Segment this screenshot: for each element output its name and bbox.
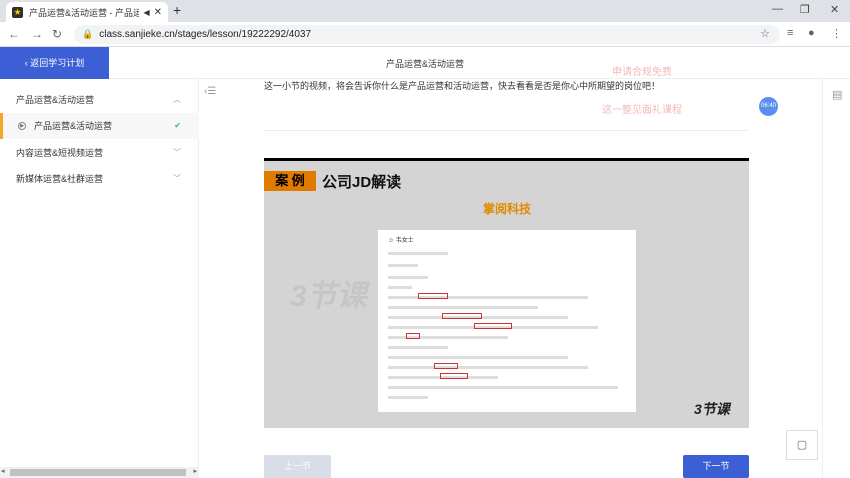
back-to-plan-button[interactable]: ‹ 返回学习计划 (0, 47, 109, 79)
sidebar-lesson-active[interactable]: ▶ 产品运营&活动运营 ✔ (0, 113, 199, 139)
brand-watermark-logo: 3节课 (290, 280, 367, 313)
collapse-sidebar-icon[interactable]: ‹☰ (204, 86, 216, 97)
more-menu-icon[interactable]: ⋮ (831, 27, 842, 40)
lesson-title: 产品运营&活动运营 (386, 59, 465, 69)
right-panel: ▤ (822, 79, 850, 478)
tab-title: 产品运营&活动运营 - 产品运... (29, 7, 140, 18)
watermark-text: 这一整见面礼课程 (602, 105, 682, 116)
sidebar-chapter-1[interactable]: 产品运营&活动运营 ︿ (0, 87, 199, 113)
scroll-right-icon[interactable]: ▸ (193, 467, 197, 475)
prev-lesson-button[interactable]: 上一节 (264, 455, 331, 478)
slide-title: 公司JD解读 (322, 174, 402, 191)
doc-line (388, 252, 448, 255)
horizontal-scrollbar[interactable]: ◂ ▸ (0, 467, 199, 478)
company-name: 掌阅科技 (483, 202, 532, 216)
sidebar-chapter-3[interactable]: 新媒体运营&社群运营 ﹀ (0, 166, 199, 192)
chevron-down-icon: ﹀ (173, 174, 181, 183)
doc-line (388, 264, 418, 267)
doc-line (388, 346, 448, 349)
doc-person: ☺ 韦女士 (388, 238, 414, 244)
url-text: class.sanjieke.cn/stages/lesson/19222292… (99, 29, 312, 40)
minimize-icon[interactable]: — (772, 3, 783, 15)
watermark-text: 申请合规免费 (612, 67, 672, 78)
sidebar-item-label: 产品运营&活动运营 (16, 95, 95, 105)
app-header: ‹ 返回学习计划 产品运营&活动运营 (0, 47, 850, 79)
time-badge[interactable]: 06:40 (759, 97, 778, 116)
media-control-icon[interactable]: ≡ (787, 27, 793, 39)
chat-icon[interactable]: ▢ (786, 430, 818, 460)
doc-line (388, 286, 412, 289)
bookmark-star-icon[interactable]: ☆ (760, 25, 770, 44)
close-tab-icon[interactable]: ✕ (154, 7, 162, 18)
highlight-box (406, 333, 420, 339)
sidebar-chapter-2[interactable]: 内容运营&短视频运营 ﹀ (0, 140, 199, 166)
highlight-box (474, 323, 512, 329)
next-lesson-button[interactable]: 下一节 (683, 455, 749, 478)
restore-icon[interactable]: ❐ (800, 3, 810, 16)
scrollbar-thumb[interactable] (10, 469, 186, 476)
chevron-down-icon: ﹀ (173, 148, 181, 157)
doc-line (388, 276, 428, 279)
reload-icon[interactable]: ↻ (52, 27, 62, 41)
doc-line (388, 356, 568, 359)
doc-line (388, 396, 428, 399)
speaker-icon[interactable]: ◀ (143, 8, 149, 17)
doc-person-name: 韦女士 (395, 238, 414, 244)
lock-icon: 🔒 (82, 29, 94, 39)
highlight-box (418, 293, 448, 299)
sidebar-item-label: 内容运营&短视频运营 (16, 148, 104, 158)
highlight-box (440, 373, 468, 379)
back-icon[interactable]: ← (8, 27, 20, 41)
highlight-box (442, 313, 482, 319)
doc-line (388, 386, 618, 389)
close-window-icon[interactable]: ✕ (830, 3, 839, 16)
sidebar-item-label: 产品运营&活动运营 (34, 121, 113, 131)
address-toolbar: ← → ↻ 🔒 class.sanjieke.cn/stages/lesson/1… (0, 22, 850, 47)
job-description-document: ☺ 韦女士 (378, 230, 636, 412)
divider (264, 130, 749, 131)
new-tab-icon[interactable]: + (173, 2, 181, 18)
lesson-intro-text: 这一小节的视频，将会告诉你什么是产品运营和活动运营，快去看看是否是你心中所期望的… (264, 81, 661, 91)
case-label: 案 例 (264, 171, 316, 191)
active-indicator (0, 113, 3, 139)
doc-line (388, 306, 538, 309)
chevron-up-icon: ︿ (173, 95, 181, 104)
sidebar-item-label: 新媒体运营&社群运营 (16, 174, 104, 184)
notes-icon[interactable]: ▤ (832, 88, 842, 101)
scroll-left-icon[interactable]: ◂ (1, 467, 5, 475)
browser-tab[interactable]: ★ 产品运营&活动运营 - 产品运... ◀ ✕ (6, 2, 168, 22)
play-icon: ▶ (18, 122, 26, 130)
site-favicon-icon: ★ (12, 6, 23, 18)
check-icon: ✔ (174, 121, 181, 130)
profile-icon[interactable]: ● (808, 27, 815, 39)
forward-icon[interactable]: → (31, 27, 43, 41)
browser-tab-bar: ★ 产品运营&活动运营 - 产品运... ◀ ✕ + — ❐ ✕ (0, 0, 850, 22)
brand-logo: 3节课 (694, 401, 730, 417)
back-to-plan-label: 返回学习计划 (30, 58, 85, 68)
highlight-box (434, 363, 458, 369)
url-bar[interactable]: 🔒 class.sanjieke.cn/stages/lesson/1922229… (74, 25, 780, 44)
lesson-slide-image: 案 例 公司JD解读 掌阅科技 3节课 ☺ 韦女士 3节课 (264, 158, 749, 428)
course-sidebar: 产品运营&活动运营 ︿ ▶ 产品运营&活动运营 ✔ 内容运营&短视频运营 ﹀ 新… (0, 79, 199, 467)
doc-line (388, 366, 588, 369)
